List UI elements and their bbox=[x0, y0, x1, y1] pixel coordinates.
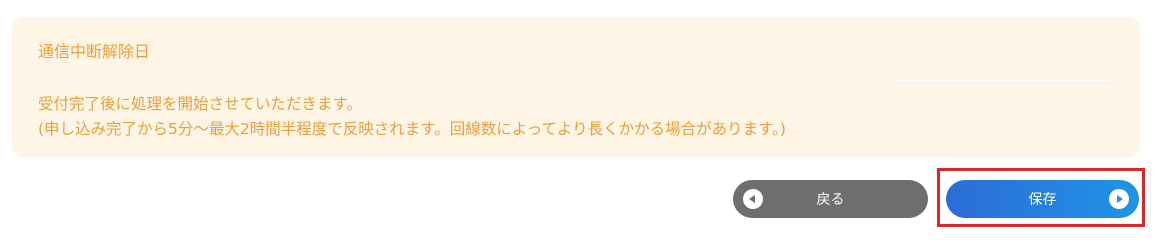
notice-title: 通信中断解除日 bbox=[38, 42, 151, 61]
save-button-label: 保存 bbox=[1028, 192, 1057, 208]
save-button[interactable]: 保存 bbox=[946, 180, 1139, 218]
notice-line-2: (申し込み完了から5分～最大2時間半程度で反映されます。回線数によってより長くか… bbox=[38, 120, 786, 138]
arrow-left-circle-icon bbox=[743, 189, 763, 209]
back-button[interactable]: 戻る bbox=[733, 180, 928, 218]
divider bbox=[894, 80, 1116, 81]
page: 通信中断解除日 受付完了後に処理を開始させていただきます。 (申し込み完了から5… bbox=[0, 0, 1162, 244]
notice-line-1: 受付完了後に処理を開始させていただきます。 bbox=[38, 95, 362, 113]
arrow-right-circle-icon bbox=[1109, 189, 1129, 209]
notice-panel: 通信中断解除日 受付完了後に処理を開始させていただきます。 (申し込み完了から5… bbox=[12, 17, 1140, 158]
notice-body: 受付完了後に処理を開始させていただきます。 (申し込み完了から5分～最大2時間半… bbox=[38, 92, 786, 142]
back-button-label: 戻る bbox=[816, 192, 845, 208]
